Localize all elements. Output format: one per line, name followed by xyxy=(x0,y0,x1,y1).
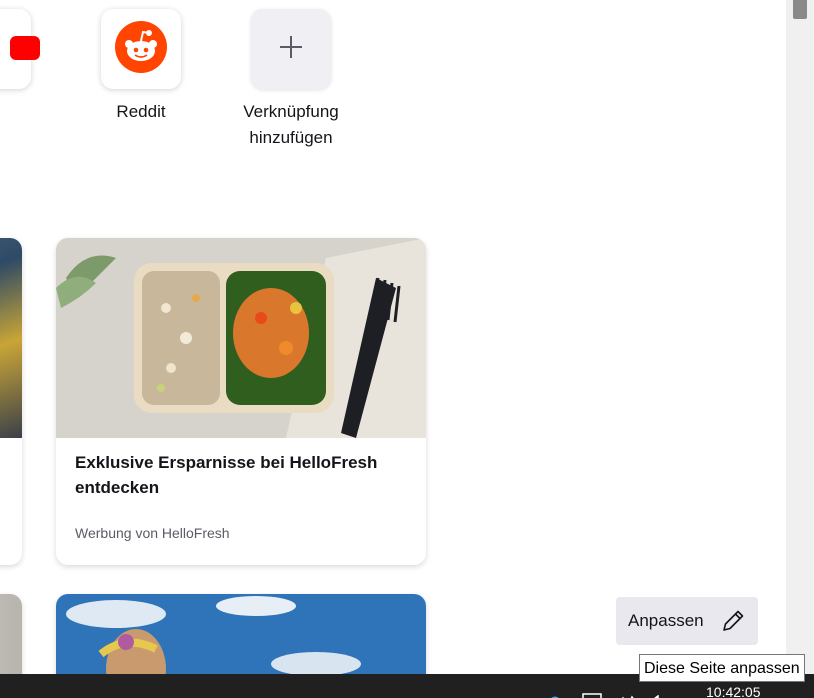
speaker-icon[interactable] xyxy=(648,690,666,698)
plus-icon xyxy=(278,34,304,65)
customize-tooltip: Diese Seite anpassen xyxy=(639,654,805,682)
network-icon[interactable] xyxy=(618,690,638,698)
shortcut-youtube-label: ube xyxy=(0,99,40,125)
story-card-lower-left-image xyxy=(0,594,22,674)
shortcut-reddit-label: Reddit xyxy=(116,102,166,121)
shortcut-youtube[interactable] xyxy=(0,9,40,89)
customize-label: Anpassen xyxy=(628,611,704,630)
sponsored-card-hellofresh[interactable]: Exklusive Ersparnisse bei HelloFresh ent… xyxy=(56,238,426,565)
story-card-lower-image xyxy=(56,594,426,674)
youtube-icon xyxy=(10,36,40,65)
card-sponsor: Werbung von HelloFresh xyxy=(75,525,230,541)
customize-button[interactable]: Anpassen xyxy=(616,597,758,645)
display-icon[interactable] xyxy=(582,689,602,698)
story-card-lower[interactable] xyxy=(56,594,426,674)
taskbar-app-icon[interactable] xyxy=(548,690,562,698)
pencil-icon xyxy=(720,608,746,639)
add-shortcut-label: Verknüpfung hinzufügen xyxy=(243,102,339,147)
new-tab-page: ube Reddit Verknüpfung hinzufügen xyxy=(0,0,786,674)
notification-icon[interactable] xyxy=(776,692,788,698)
reddit-icon xyxy=(115,20,167,78)
story-card-lower-left[interactable] xyxy=(0,594,22,674)
add-shortcut-button[interactable] xyxy=(251,9,331,89)
shortcut-reddit[interactable] xyxy=(101,9,181,89)
scrollbar-thumb[interactable] xyxy=(793,0,807,19)
story-card-left-image xyxy=(0,238,22,438)
story-card-left[interactable] xyxy=(0,238,22,565)
card-title: Exklusive Ersparnisse bei HelloFresh ent… xyxy=(75,453,378,497)
hellofresh-meal-image xyxy=(56,238,426,438)
vertical-scrollbar[interactable] xyxy=(786,0,814,674)
taskbar-clock[interactable]: 10:42:05 xyxy=(706,684,761,698)
